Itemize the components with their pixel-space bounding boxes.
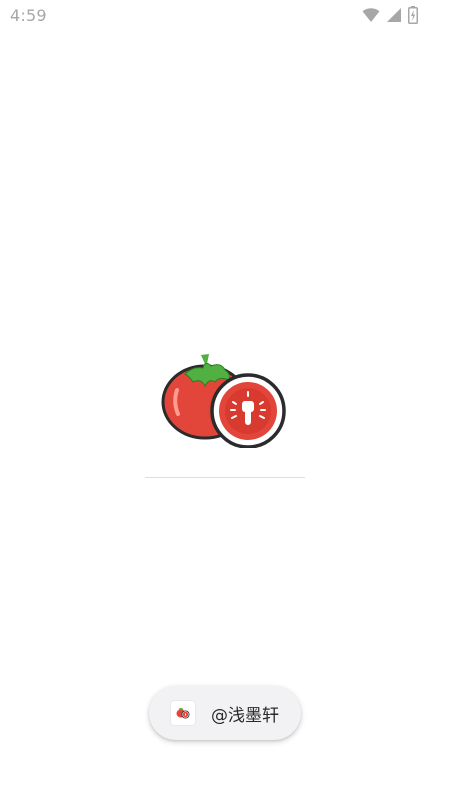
wifi-icon	[362, 7, 380, 23]
status-icons	[362, 4, 418, 26]
divider	[145, 477, 305, 478]
tomato-logo-icon	[159, 352, 289, 449]
splash-screen: 4:59 @浅墨轩	[0, 0, 450, 800]
status-time: 4:59	[10, 6, 47, 25]
tomato-app-icon	[171, 701, 195, 725]
status-bar: 4:59	[0, 0, 450, 32]
toast-notification: @浅墨轩	[149, 686, 301, 740]
cellular-signal-icon	[386, 7, 402, 23]
battery-charging-icon	[408, 6, 418, 24]
toast-text: @浅墨轩	[211, 705, 279, 726]
